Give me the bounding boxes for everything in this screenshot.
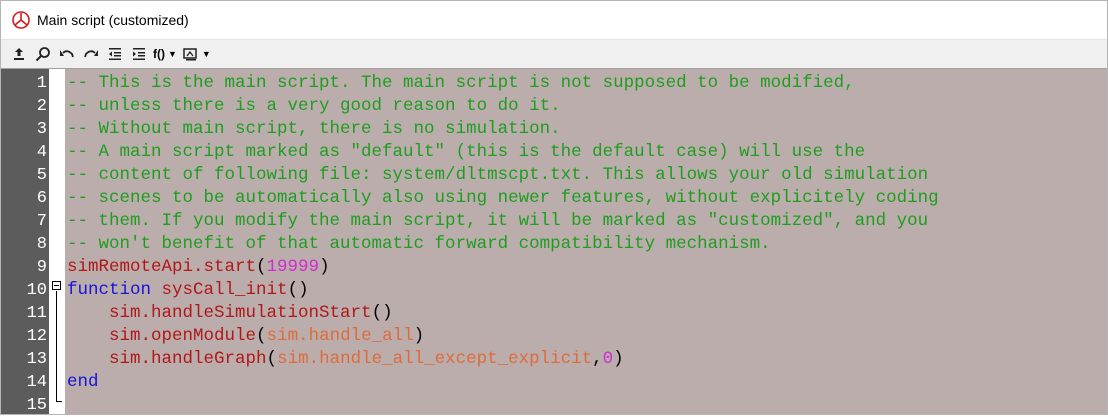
code-token: -- Without main script, there is no simu…	[67, 119, 561, 139]
code-line[interactable]: -- scenes to be automatically also using…	[67, 187, 1107, 210]
code-token: )	[319, 257, 330, 277]
code-editor[interactable]: 1 2 3 4 5 6 7 8 9 10 11 12 13 14 15 -- This is the mai…	[1, 68, 1107, 415]
code-line[interactable]: -- unless there is a very good reason to…	[67, 95, 1107, 118]
snippet-icon	[183, 48, 197, 61]
line-number: 4	[36, 143, 47, 162]
code-token: sim.handle_all	[266, 326, 414, 346]
search-button[interactable]	[33, 44, 53, 64]
code-line[interactable]: -- content of following file: system/dlt…	[67, 164, 1107, 187]
chevron-down-icon: ▼	[168, 49, 177, 59]
line-number: 12	[26, 327, 47, 346]
line-number: 7	[36, 212, 47, 231]
fold-range-end	[56, 401, 62, 402]
line-number: 2	[36, 97, 47, 116]
code-token: -- won't benefit of that automatic forwa…	[67, 234, 771, 254]
code-token: sysCall_init	[161, 280, 288, 300]
code-line[interactable]: simRemoteApi.start(19999)	[67, 256, 1107, 279]
search-icon	[35, 47, 50, 62]
code-token: ,	[592, 349, 603, 369]
line-number-gutter: 1 2 3 4 5 6 7 8 9 10 11 12 13 14 15	[1, 69, 49, 415]
code-token: )	[613, 349, 624, 369]
code-token: (	[256, 326, 267, 346]
code-line[interactable]: end	[67, 371, 1107, 394]
line-number: 5	[36, 166, 47, 185]
code-token: -- content of following file: system/dlt…	[67, 165, 929, 185]
undo-button[interactable]	[57, 44, 77, 64]
function-list-dropdown[interactable]: f() ▼	[153, 44, 177, 64]
code-token: 0	[602, 349, 614, 369]
code-line[interactable]: sim.handleSimulationStart()	[67, 302, 1107, 325]
code-token: -- scenes to be automatically also using…	[67, 188, 939, 208]
code-line[interactable]: -- This is the main script. The main scr…	[67, 72, 1107, 95]
code-token: ()	[371, 303, 393, 323]
code-line[interactable]: sim.handleGraph(sim.handle_all_except_ex…	[67, 348, 1107, 371]
outdent-button[interactable]	[105, 44, 125, 64]
window-title: Main script (customized)	[37, 12, 189, 28]
line-number: 1	[36, 74, 47, 93]
code-token: sim.openModule	[109, 326, 257, 346]
code-token: sim.handle_all_except_explicit	[277, 349, 593, 369]
line-number: 6	[36, 189, 47, 208]
code-token: function	[67, 280, 152, 300]
indent-button[interactable]	[129, 44, 149, 64]
indent-icon	[133, 48, 145, 60]
code-token: (	[256, 257, 267, 277]
outdent-icon	[109, 48, 121, 60]
code-token: -- them. If you modify the main script, …	[67, 211, 929, 231]
code-token: (	[266, 349, 278, 369]
line-number: 8	[36, 235, 47, 254]
code-area[interactable]: -- This is the main script. The main scr…	[65, 69, 1107, 414]
code-token: simRemoteApi.start	[67, 257, 257, 277]
title-bar: Main script (customized)	[1, 1, 1107, 39]
code-line[interactable]: sim.openModule(sim.handle_all)	[67, 325, 1107, 348]
fold-margin	[49, 69, 65, 414]
line-number: 13	[26, 350, 47, 369]
chevron-down-icon: ▼	[201, 49, 211, 59]
script-editor-window: Main script (customized) f() ▼ ▼ 1 2 3 4…	[0, 0, 1108, 415]
code-token: )	[413, 326, 425, 346]
line-number: 15	[26, 396, 47, 415]
line-number: 9	[36, 258, 47, 277]
code-token: -- unless there is a very good reason to…	[67, 96, 561, 116]
fold-toggle-icon[interactable]	[52, 281, 61, 290]
code-line[interactable]: -- A main script marked as "default" (th…	[67, 141, 1107, 164]
redo-icon	[84, 50, 98, 58]
line-number: 10	[26, 281, 47, 300]
line-number: 11	[26, 304, 47, 323]
code-token: ()	[287, 280, 309, 300]
code-token: -- A main script marked as "default" (th…	[67, 142, 866, 162]
export-button[interactable]	[9, 44, 29, 64]
undo-icon	[60, 50, 74, 58]
code-line[interactable]: -- won't benefit of that automatic forwa…	[67, 233, 1107, 256]
code-token: sim.handleGraph	[109, 349, 267, 369]
code-token: sim.handleSimulationStart	[109, 303, 372, 323]
upload-icon	[14, 48, 24, 60]
fold-range-line	[56, 291, 57, 402]
snippets-dropdown[interactable]: ▼	[183, 44, 211, 64]
code-token: end	[67, 372, 99, 392]
code-line[interactable]: ​	[67, 394, 1107, 417]
editor-toolbar: f() ▼ ▼	[1, 39, 1107, 68]
code-line[interactable]: -- them. If you modify the main script, …	[67, 210, 1107, 233]
redo-button[interactable]	[81, 44, 101, 64]
code-token: -- This is the main script. The main scr…	[67, 73, 855, 93]
app-logo-icon	[11, 10, 31, 30]
line-number: 14	[26, 373, 47, 392]
function-list-label: f()	[153, 47, 165, 61]
code-line[interactable]: function sysCall_init()	[67, 279, 1107, 302]
line-number: 3	[36, 120, 47, 139]
code-token: 19999	[266, 257, 320, 277]
code-line[interactable]: -- Without main script, there is no simu…	[67, 118, 1107, 141]
